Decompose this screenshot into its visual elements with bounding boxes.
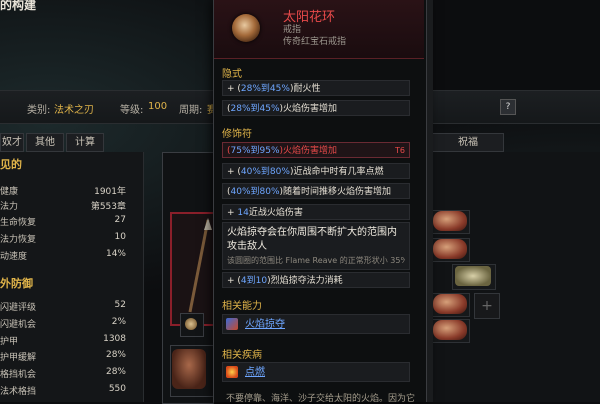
stat-value: 52 <box>114 300 126 310</box>
cycle-label: 周期: <box>179 105 203 116</box>
modifier-line: (75%到95%)火焰伤害增加 T6 <box>222 142 410 158</box>
stat-value: 14% <box>105 249 126 259</box>
implicit-line: (28%到45%)火焰伤害增加 <box>222 100 410 116</box>
tab-blessings[interactable]: 祝福 <box>432 133 504 152</box>
ability-link[interactable]: 火焰掠夺 <box>222 314 410 334</box>
stat-value: 10 <box>114 232 126 242</box>
flame-reave-icon <box>226 318 238 330</box>
stat-value: 28% <box>105 367 126 377</box>
relic-icon <box>433 320 467 340</box>
modifier-title: 修饰符 <box>222 129 252 140</box>
relic-icon <box>433 294 467 314</box>
implicit-title: 隐式 <box>222 69 242 80</box>
stat-value: 2% <box>111 317 126 327</box>
ailment-title: 相关疾病 <box>222 350 262 361</box>
tooltip-scrollbar[interactable] <box>427 0 433 402</box>
modifier-line: + (40%到80%)近战命中时有几率点燃 <box>222 163 410 179</box>
belt-icon <box>455 266 491 286</box>
tab-other[interactable]: 其他 <box>26 133 64 152</box>
help-button[interactable]: ? <box>500 99 516 115</box>
stat-value: 28% <box>105 350 126 360</box>
tab-calc[interactable]: 计算 <box>66 133 104 152</box>
tab-minions[interactable]: 奴才 <box>0 133 24 152</box>
level-value: 100 <box>148 101 168 112</box>
stat-value: 550 <box>108 384 126 394</box>
page-title: 的构建 <box>0 0 37 12</box>
category-value[interactable]: 法术之刃 <box>54 101 94 116</box>
defense-section-title: 外防御 <box>0 277 33 290</box>
ability-title: 相关能力 <box>222 301 262 312</box>
stat-value: 27 <box>114 215 126 225</box>
relic-icon <box>433 239 467 259</box>
implicit-line: + (28%到45%)耐火性 <box>222 80 410 96</box>
tier-badge: T6 <box>395 146 405 155</box>
spear-icon <box>188 218 212 313</box>
amulet-icon <box>185 318 197 330</box>
unique-effect-box: 火焰掠夺会在你周围不断扩大的范围内攻击敌人 该圆圈的范围比 Flame Reav… <box>222 222 410 270</box>
ailment-link[interactable]: 点燃 <box>222 362 410 382</box>
level-label: 等级: <box>120 105 144 116</box>
unique-effect-text: 火焰掠夺会在你周围不断扩大的范围内攻击敌人 <box>227 227 397 252</box>
add-slot-button[interactable]: + <box>474 293 500 319</box>
relic-icon <box>433 211 467 231</box>
item-tooltip <box>213 0 427 402</box>
item-subtype: 传奇红宝石戒指 <box>283 37 347 47</box>
unique-effect-note: 该圆圈的范围比 Flame Reave 的正常形状小 35% <box>227 256 405 265</box>
modifier-line: (40%到80%)随着时间推移火焰伤害增加 <box>222 183 410 199</box>
ignite-icon <box>226 366 238 378</box>
stat-value: 1901年 <box>94 187 126 197</box>
stats-section-title: 见的 <box>0 158 22 171</box>
gloves-icon <box>172 349 206 389</box>
flavor-text: 不要停靠、海洋、沙子交给太阳的火焰。因为它 <box>226 394 416 404</box>
stat-value: 第553章 <box>90 202 126 212</box>
ring-icon <box>232 14 260 42</box>
stat-value: 1308 <box>103 334 126 344</box>
modifier-line: + 14近战火焰伤害 <box>222 204 410 220</box>
category-label: 类别: <box>27 105 51 116</box>
mana-cost-line: + (4到10)烈焰掠夺法力消耗 <box>222 272 410 288</box>
